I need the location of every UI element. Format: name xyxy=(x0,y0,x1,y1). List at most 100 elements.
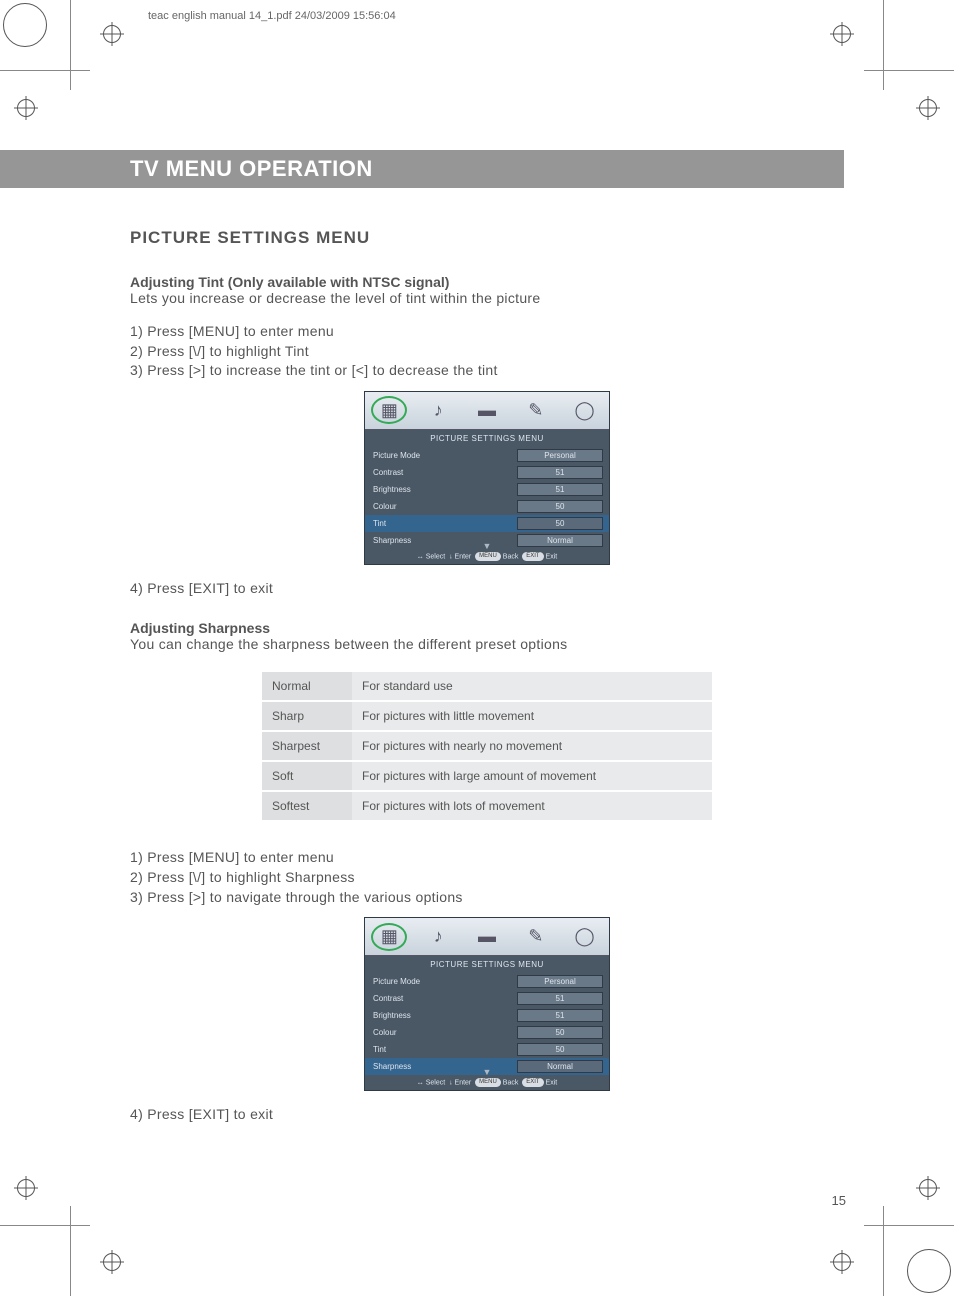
crop-line xyxy=(883,1206,884,1296)
table-row: SharpFor pictures with little movement xyxy=(262,702,712,732)
osd-row: Brightness51 xyxy=(365,1007,609,1024)
osd-row: Contrast51 xyxy=(365,990,609,1007)
step: 2) Press [\/] to highlight Sharpness xyxy=(130,868,844,888)
step: 3) Press [>] to navigate through the var… xyxy=(130,888,844,908)
osd-row: Colour50 xyxy=(365,1024,609,1041)
regmark-icon xyxy=(10,1172,42,1204)
osd-row-value: 50 xyxy=(517,1043,603,1056)
osd-tab-icon: ◯ xyxy=(567,923,603,951)
regmark-corner-icon xyxy=(0,0,50,50)
regmark-icon xyxy=(912,92,944,124)
osd-row: Colour50 xyxy=(365,498,609,515)
osd-tab-icon: ♪ xyxy=(420,923,456,951)
step: 3) Press [>] to increase the tint or [<]… xyxy=(130,361,844,381)
tint-steps: 1) Press [MENU] to enter menu 2) Press [… xyxy=(130,322,844,381)
osd-tab-icon: ▬ xyxy=(469,923,505,951)
osd-row-label: Picture Mode xyxy=(365,977,517,986)
sharpness-name: Normal xyxy=(262,672,352,702)
page-subtitle: PICTURE SETTINGS MENU xyxy=(130,228,844,248)
osd-row-label: Colour xyxy=(365,1028,517,1037)
pdf-header-text: teac english manual 14_1.pdf 24/03/2009 … xyxy=(148,10,396,22)
osd-row-label: Tint xyxy=(365,519,517,528)
osd-row-label: Brightness xyxy=(365,1011,517,1020)
osd-row-value: Normal xyxy=(517,1060,603,1073)
step: 1) Press [MENU] to enter menu xyxy=(130,322,844,342)
sharpness-steps: 1) Press [MENU] to enter menu 2) Press [… xyxy=(130,848,844,907)
crop-line xyxy=(0,70,90,71)
sharpness-desc-cell: For pictures with lots of movement xyxy=(352,792,712,822)
osd-title: PICTURE SETTINGS MENU xyxy=(365,956,609,973)
osd-row-label: Brightness xyxy=(365,485,517,494)
sharpness-desc-cell: For pictures with little movement xyxy=(352,702,712,732)
crop-line xyxy=(883,0,884,90)
osd-row-value: 51 xyxy=(517,483,603,496)
osd-row-value: Normal xyxy=(517,534,603,547)
osd-row: Picture ModePersonal xyxy=(365,973,609,990)
regmark-icon xyxy=(96,18,128,50)
osd-tab-icon: ♪ xyxy=(420,396,456,424)
osd-row-value: 51 xyxy=(517,992,603,1005)
osd-row: Tint50 xyxy=(365,515,609,532)
osd-row: Picture ModePersonal xyxy=(365,447,609,464)
step: 1) Press [MENU] to enter menu xyxy=(130,848,844,868)
osd-row-label: Tint xyxy=(365,1045,517,1054)
osd-footer: ▼↔ Select ↓ Enter MENU Back EXIT Exit xyxy=(365,549,609,564)
osd-title: PICTURE SETTINGS MENU xyxy=(365,430,609,447)
sharpness-desc: You can change the sharpness between the… xyxy=(130,636,844,652)
osd-tab-icon: ✎ xyxy=(518,923,554,951)
sharpness-table: NormalFor standard useSharpFor pictures … xyxy=(262,672,712,822)
crop-line xyxy=(70,1206,71,1296)
regmark-icon xyxy=(10,92,42,124)
osd-row-label: Contrast xyxy=(365,468,517,477)
osd-tab-icon: ▦ xyxy=(371,396,407,424)
crop-line xyxy=(70,0,71,90)
osd-screenshot-tint: ▦♪▬✎◯PICTURE SETTINGS MENUPicture ModePe… xyxy=(364,391,610,565)
osd-row-label: Colour xyxy=(365,502,517,511)
regmark-icon xyxy=(826,1246,858,1278)
regmark-icon xyxy=(912,1172,944,1204)
table-row: SoftestFor pictures with lots of movemen… xyxy=(262,792,712,822)
osd-row-value: Personal xyxy=(517,975,603,988)
osd-screenshot-sharpness: ▦♪▬✎◯PICTURE SETTINGS MENUPicture ModePe… xyxy=(364,917,610,1091)
tint-desc: Lets you increase or decrease the level … xyxy=(130,290,844,306)
osd-row-value: 50 xyxy=(517,517,603,530)
osd-row: Brightness51 xyxy=(365,481,609,498)
sharpness-name: Soft xyxy=(262,762,352,792)
osd-tab-icon: ▦ xyxy=(371,923,407,951)
osd-row-label: Sharpness xyxy=(365,1062,517,1071)
table-row: SoftFor pictures with large amount of mo… xyxy=(262,762,712,792)
regmark-icon xyxy=(826,18,858,50)
osd-row-label: Picture Mode xyxy=(365,451,517,460)
sharpness-desc-cell: For pictures with nearly no movement xyxy=(352,732,712,762)
osd-row: Contrast51 xyxy=(365,464,609,481)
sharpness-name: Sharpest xyxy=(262,732,352,762)
osd-row-value: 50 xyxy=(517,1026,603,1039)
sharpness-heading: Adjusting Sharpness xyxy=(130,620,844,636)
tint-exit: 4) Press [EXIT] to exit xyxy=(130,579,844,599)
crop-line xyxy=(864,70,954,71)
osd-row-label: Contrast xyxy=(365,994,517,1003)
osd-tab-icon: ✎ xyxy=(518,396,554,424)
step: 2) Press [\/] to highlight Tint xyxy=(130,342,844,362)
section-title-bar: TV MENU OPERATION xyxy=(0,150,844,188)
tint-heading: Adjusting Tint (Only available with NTSC… xyxy=(130,274,844,290)
sharpness-exit: 4) Press [EXIT] to exit xyxy=(130,1105,844,1125)
osd-row-value: 51 xyxy=(517,466,603,479)
sharpness-name: Softest xyxy=(262,792,352,822)
crop-line xyxy=(864,1225,954,1226)
section-title: TV MENU OPERATION xyxy=(130,156,373,182)
table-row: NormalFor standard use xyxy=(262,672,712,702)
osd-tab-icon: ▬ xyxy=(469,396,505,424)
regmark-icon xyxy=(96,1246,128,1278)
osd-tab-icon: ◯ xyxy=(567,396,603,424)
osd-footer: ▼↔ Select ↓ Enter MENU Back EXIT Exit xyxy=(365,1075,609,1090)
sharpness-desc-cell: For standard use xyxy=(352,672,712,702)
sharpness-name: Sharp xyxy=(262,702,352,732)
osd-row-label: Sharpness xyxy=(365,536,517,545)
sharpness-desc-cell: For pictures with large amount of moveme… xyxy=(352,762,712,792)
osd-row-value: 51 xyxy=(517,1009,603,1022)
osd-row: Tint50 xyxy=(365,1041,609,1058)
table-row: SharpestFor pictures with nearly no move… xyxy=(262,732,712,762)
osd-row-value: Personal xyxy=(517,449,603,462)
regmark-corner-icon xyxy=(904,1246,954,1296)
